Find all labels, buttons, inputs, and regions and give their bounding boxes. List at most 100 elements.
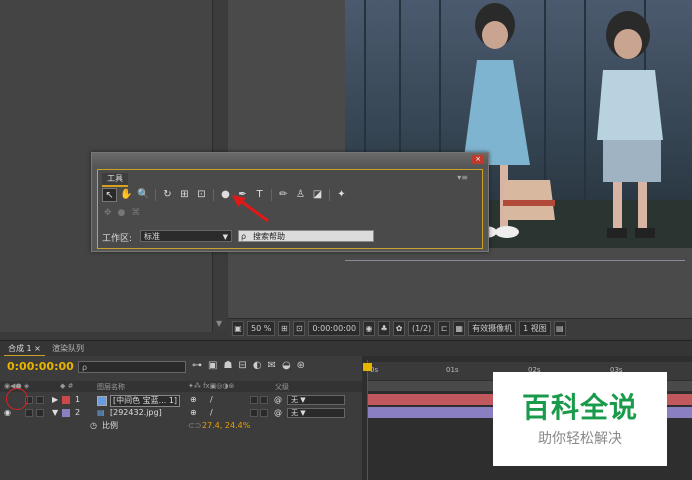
tools-titlebar[interactable]: × xyxy=(92,153,488,167)
hide-shy-icon[interactable]: ☗ xyxy=(223,360,232,371)
rotate-tool-icon[interactable]: ↻ xyxy=(160,188,175,202)
tool-separator xyxy=(213,189,214,201)
show-snapshot-icon[interactable]: ♣ xyxy=(378,321,391,336)
workspace-label: 工作区: xyxy=(102,234,133,244)
quality-switch-icon[interactable]: / xyxy=(210,395,213,405)
property-name: 比例 xyxy=(102,421,118,430)
stopwatch-icon[interactable]: ◷ xyxy=(90,421,97,431)
label-color[interactable] xyxy=(62,396,70,404)
layer-name[interactable]: [中间色 宝蓝... 1] xyxy=(110,395,181,407)
pan-behind-tool-icon[interactable]: ⊡ xyxy=(194,188,209,202)
viewer-toolbar: ▣ 50 % ⊞ ⊡ 0:00:00:00 ◉ ♣ ✿ (1/2) ⊏ ▦ 有效… xyxy=(228,318,692,338)
playhead-handle[interactable] xyxy=(363,363,372,371)
timeline-switches: ⊶ ▣ ☗ ⊟ ◐ ✉ ◒ ⊛ xyxy=(192,360,305,371)
workspace-select[interactable]: 标准 ▼ xyxy=(140,230,232,242)
live-update-icon[interactable]: ◒ xyxy=(282,360,291,371)
safe-zones-icon[interactable]: ⊞ xyxy=(278,321,291,336)
tool-buttons: ↖ ✋ 🔍 ↻ ⊞ ⊡ ● ✒ T ✏ ♙ ◪ ✦ xyxy=(102,187,349,203)
pick-whip-icon[interactable]: @ xyxy=(274,395,282,405)
layer-index: 1 xyxy=(75,395,81,404)
puppet-tool-icon[interactable]: ✦ xyxy=(334,188,349,202)
switch-box[interactable] xyxy=(260,409,268,417)
resolution-select[interactable]: (1/2) xyxy=(408,321,436,336)
scroll-down-icon[interactable]: ▼ xyxy=(216,319,222,328)
tab-tools[interactable]: 工具 xyxy=(102,173,128,187)
viewer-timecode[interactable]: 0:00:00:00 xyxy=(308,321,361,336)
disabled-option-icon: ⌘ xyxy=(131,208,141,218)
close-icon[interactable]: × xyxy=(472,155,484,164)
region-of-interest-icon[interactable]: ⊏ xyxy=(438,321,451,336)
property-value[interactable]: 27.4, 24.4% xyxy=(202,421,250,431)
collapse-triangle-icon[interactable]: ▼ xyxy=(52,408,58,418)
shy-switch-icon[interactable]: ⊕ xyxy=(190,395,197,405)
snapshot-icon[interactable]: ◉ xyxy=(363,321,376,336)
layer-name[interactable]: [292432.jpg] xyxy=(110,408,162,418)
selection-tool-icon[interactable]: ↖ xyxy=(102,188,117,202)
label-icon: ◆ # xyxy=(60,382,74,390)
constrain-proportions-icon[interactable]: ⊂⊃ xyxy=(188,421,201,431)
brainstorm-icon[interactable]: ⊛ xyxy=(297,360,305,371)
eraser-tool-icon[interactable]: ◪ xyxy=(310,188,325,202)
eye-icon[interactable]: ◉ xyxy=(4,408,11,418)
parent-value: 无 xyxy=(291,409,298,417)
expand-triangle-icon[interactable]: ▶ xyxy=(52,395,58,405)
timeline-column-header: ◉◀● ◈ ◆ # 图层名称 ✦⁂ fx▣◎◑⊛ 父级 xyxy=(0,381,362,392)
ruler-tick: 01s xyxy=(446,366,459,374)
parent-select[interactable]: 无 ▼ xyxy=(287,408,345,418)
frame-blending-icon[interactable]: ⊟ xyxy=(238,360,246,371)
solid-layer-icon xyxy=(97,396,107,406)
camera-select[interactable]: 有效摄像机 xyxy=(468,321,517,336)
table-row[interactable]: ▶ 1 [中间色 宝蓝... 1] ⊕ / @ 无 ▼ xyxy=(0,394,362,407)
current-time-indicator[interactable] xyxy=(367,360,368,480)
switch-box[interactable] xyxy=(250,409,258,417)
views-select[interactable]: 1 视图 xyxy=(519,321,551,336)
clone-stamp-tool-icon[interactable]: ♙ xyxy=(293,188,308,202)
chevron-down-icon: ▼ xyxy=(222,233,228,241)
tools-panel-content: 工具 ▾≡ ↖ ✋ 🔍 ↻ ⊞ ⊡ ● ✒ T ✏ ♙ ◪ ✦ ✥ ● ⌘ 工作区: 标准 ▼ ρ 搜索… xyxy=(97,169,483,249)
column-parent[interactable]: 父级 xyxy=(275,382,289,392)
zoom-select[interactable]: 50 % xyxy=(247,321,276,336)
help-search-input[interactable]: ρ 搜索帮助 xyxy=(238,230,374,242)
watermark-logo: 百科全说 助你轻松解决 xyxy=(493,372,667,466)
timeline-tabs: 合成 1 × 渲染队列 xyxy=(0,340,692,356)
panel-menu-icon[interactable]: ▾≡ xyxy=(457,173,468,182)
grid-icon[interactable]: ▣ xyxy=(232,321,244,336)
shy-switch-icon[interactable]: ⊕ xyxy=(190,408,197,418)
column-layer-name[interactable]: 图层名称 xyxy=(97,382,125,392)
comp-mini-flowchart-icon[interactable]: ⊶ xyxy=(192,360,202,371)
tab-render-queue[interactable]: 渲染队列 xyxy=(48,343,88,355)
watermark-main-text: 百科全说 xyxy=(521,391,638,424)
graph-editor-icon[interactable]: ✉ xyxy=(268,360,276,371)
layout-icon[interactable]: ▤ xyxy=(553,321,566,336)
timeline-timecode[interactable]: 0:00:00:00 xyxy=(7,360,74,373)
disabled-option-icon: ✥ xyxy=(104,208,112,218)
quality-switch-icon[interactable]: / xyxy=(210,408,213,418)
transparency-grid-icon[interactable]: ▦ xyxy=(453,321,466,336)
table-row[interactable]: ◉ ▼ 2 ▤ [292432.jpg] ⊕ / @ 无 ▼ xyxy=(0,407,362,419)
tool-options: ✥ ● ⌘ xyxy=(104,208,140,218)
draft-3d-icon[interactable]: ▣ xyxy=(208,360,217,371)
switch-box[interactable] xyxy=(250,396,258,404)
brush-tool-icon[interactable]: ✏ xyxy=(276,188,291,202)
tab-composition-1[interactable]: 合成 1 × xyxy=(4,343,45,356)
red-circle-annotation xyxy=(6,388,28,410)
pick-whip-icon[interactable]: @ xyxy=(274,408,282,418)
color-channel-icon[interactable]: ✿ xyxy=(393,321,406,336)
lock-box[interactable] xyxy=(36,409,44,417)
hand-tool-icon[interactable]: ✋ xyxy=(119,188,134,202)
property-row[interactable]: ◷ 比例 ⊂⊃ 27.4, 24.4% xyxy=(0,420,362,432)
switch-box[interactable] xyxy=(260,396,268,404)
search-icon: ρ xyxy=(241,232,247,241)
timeline-search-input[interactable]: ρ xyxy=(78,361,186,373)
solo-box[interactable] xyxy=(25,409,33,417)
mask-toggle-icon[interactable]: ⊡ xyxy=(293,321,306,336)
camera-tool-icon[interactable]: ⊞ xyxy=(177,188,192,202)
tools-panel[interactable]: × 工具 ▾≡ ↖ ✋ 🔍 ↻ ⊞ ⊡ ● ✒ T ✏ ♙ ◪ ✦ ✥ ● ⌘ 工作区: 标准 ▼ ρ … xyxy=(91,152,489,252)
switches-icons: ✦⁂ fx▣◎◑⊛ xyxy=(188,382,235,390)
tool-separator xyxy=(329,189,330,201)
lock-box[interactable] xyxy=(36,396,44,404)
zoom-tool-icon[interactable]: 🔍 xyxy=(136,188,151,202)
motion-blur-icon[interactable]: ◐ xyxy=(253,360,262,371)
label-color[interactable] xyxy=(62,409,70,417)
parent-select[interactable]: 无 ▼ xyxy=(287,395,345,405)
